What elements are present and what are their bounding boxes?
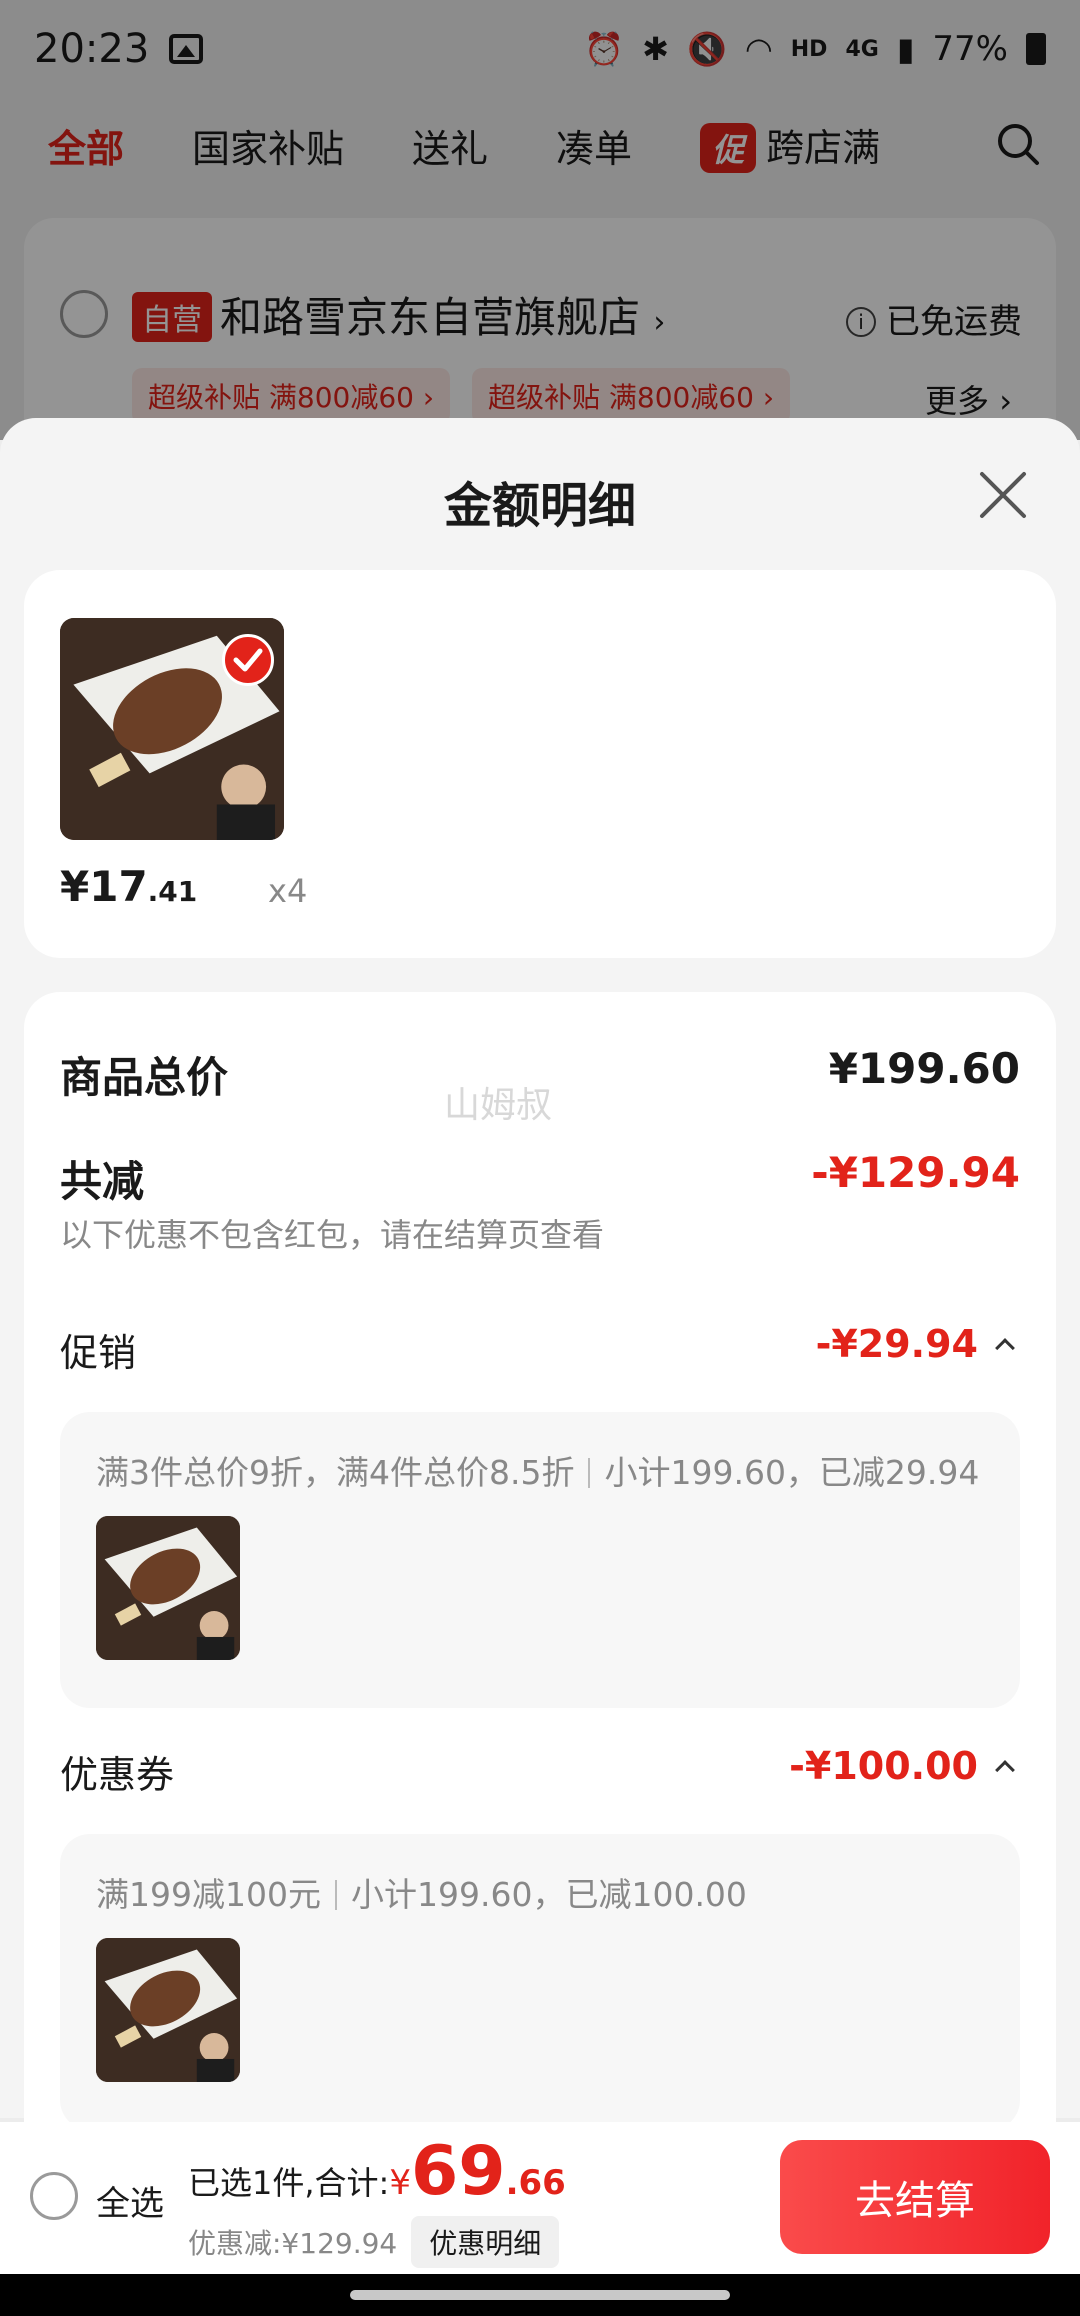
watermark-text: 山姆叔	[444, 1085, 553, 1126]
product-price: ¥17.41	[60, 862, 197, 911]
chevron-up-icon	[995, 1760, 1015, 1780]
total-currency: ¥	[389, 2163, 411, 2203]
coupon-product-thumbnail[interactable]	[96, 1938, 240, 2082]
discount-summary: 优惠减:¥129.94 优惠明细	[188, 2216, 560, 2268]
price-detail-card: 商品总价 ¥199.60 山姆叔 共减 -¥129.94 以下优惠不包含红包，请…	[24, 992, 1056, 2192]
promotion-description: 满3件总价9折，满4件总价8.5折 小计199.60，已减29.94	[96, 1446, 979, 1494]
coupon-rule: 满199减100元	[96, 1875, 321, 1914]
coupon-value: -¥100.00	[789, 1744, 978, 1788]
select-all-label[interactable]: 全选	[96, 2176, 164, 2225]
amount-detail-sheet: 金额明细 ¥17.41 x4 商品总价 ¥199.60 山姆叔 共减 -¥129…	[0, 418, 1080, 2192]
home-indicator[interactable]	[350, 2290, 730, 2300]
total-reduction-value: -¥129.94	[811, 1148, 1020, 1197]
promotion-rule: 满3件总价9折，满4件总价8.5折	[96, 1453, 575, 1492]
coupon-toggle[interactable]: -¥100.00	[789, 1744, 1015, 1788]
discount-detail-button[interactable]: 优惠明细	[411, 2216, 560, 2268]
divider	[334, 1880, 337, 1910]
sheet-title: 金额明细	[443, 478, 636, 534]
coupon-label: 优惠券	[60, 1753, 175, 1797]
total-reduction-label: 共减	[60, 1157, 145, 1206]
coupon-description: 满199减100元 小计199.60，已减100.00	[96, 1868, 747, 1916]
promotion-toggle[interactable]: -¥29.94	[815, 1322, 1015, 1366]
total-summary: 已选1件,合计:¥69.66	[188, 2132, 566, 2211]
divider	[588, 1458, 591, 1488]
coupon-subtotal: 小计199.60，已减100.00	[350, 1875, 747, 1914]
promotion-product-thumbnail[interactable]	[96, 1516, 240, 1660]
total-decimal: .66	[505, 2163, 566, 2203]
product-quantity: x4	[268, 872, 308, 910]
product-card: ¥17.41 x4	[24, 570, 1056, 958]
check-icon	[222, 634, 274, 686]
promotion-label: 促销	[60, 1331, 137, 1375]
close-icon[interactable]	[976, 468, 1030, 522]
selected-count-text: 已选1件,合计:	[188, 2164, 390, 2202]
promotion-detail-box: 满3件总价9折，满4件总价8.5折 小计199.60，已减29.94	[60, 1412, 1020, 1708]
product-thumbnail[interactable]	[60, 618, 284, 840]
promotion-subtotal: 小计199.60，已减29.94	[604, 1453, 980, 1492]
coupon-detail-box: 满199减100元 小计199.60，已减100.00	[60, 1834, 1020, 2130]
checkout-button[interactable]: 去结算	[780, 2140, 1050, 2254]
promotion-value: -¥29.94	[815, 1322, 978, 1366]
total-price-label: 商品总价	[60, 1053, 229, 1102]
discount-text: 优惠减:¥129.94	[188, 2227, 398, 2260]
reduction-note: 以下优惠不包含红包，请在结算页查看	[60, 1216, 605, 1254]
chevron-up-icon	[995, 1338, 1015, 1358]
total-integer: 69	[410, 2132, 506, 2211]
navigation-bar	[0, 2274, 1080, 2316]
total-price-value: ¥199.60	[828, 1044, 1020, 1093]
checkout-bar: 全选 已选1件,合计:¥69.66 优惠减:¥129.94 优惠明细 去结算	[0, 2122, 1080, 2274]
select-all-radio[interactable]	[30, 2172, 78, 2220]
dim-overlay[interactable]	[0, 0, 1080, 440]
product-price-int: ¥17	[60, 862, 148, 911]
product-price-decimal: .41	[147, 875, 198, 908]
